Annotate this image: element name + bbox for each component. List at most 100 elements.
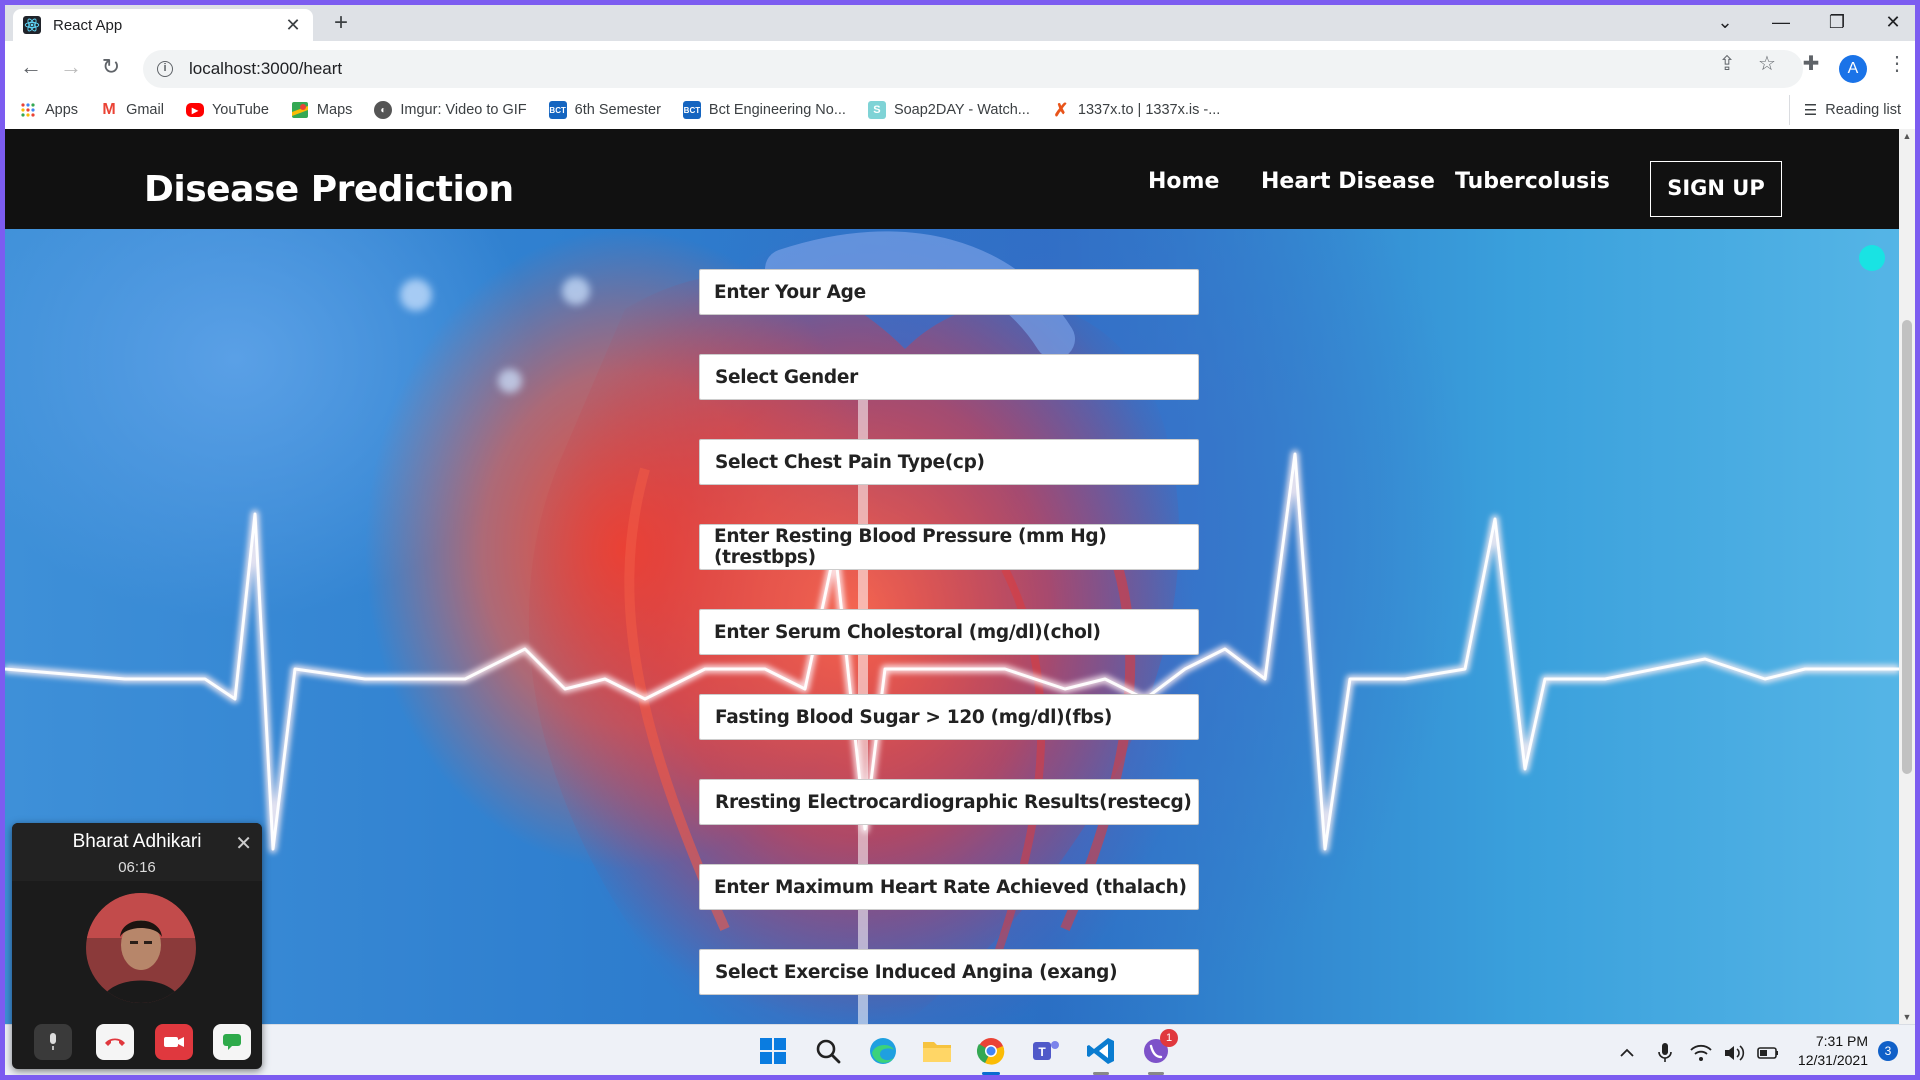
minimize-button[interactable]: — — [1753, 5, 1809, 41]
clock-date: 12/31/2021 — [1797, 1052, 1868, 1068]
teams-icon[interactable]: T — [1028, 1033, 1064, 1069]
bookmarks-bar: Apps M Gmail ▶ YouTube Maps ◐ Imgur: Vid… — [5, 95, 1915, 125]
chest-pain-type-select[interactable]: Select Chest Pain Type(cp) — [699, 439, 1199, 485]
video-call-widget[interactable]: Bharat Adhikari 06:16 ✕ — [12, 823, 262, 1069]
scroll-down-icon[interactable]: ▼ — [1899, 1012, 1915, 1022]
bookmark-gmail[interactable]: M Gmail — [100, 101, 164, 119]
active-app-indicator — [982, 1072, 1000, 1075]
gender-select[interactable]: Select Gender — [699, 354, 1199, 400]
chrome-icon[interactable] — [973, 1033, 1009, 1075]
bookmark-apps[interactable]: Apps — [19, 101, 78, 119]
vscode-icon[interactable] — [1083, 1033, 1119, 1075]
volume-icon[interactable] — [1717, 1035, 1753, 1071]
nav-tubercolusis[interactable]: Tubercolusis — [1455, 169, 1610, 194]
new-tab-button[interactable]: + — [325, 9, 357, 39]
bookmark-6th-semester[interactable]: BCT 6th Semester — [548, 101, 661, 119]
bookmark-bct-engineering[interactable]: BCT Bct Engineering No... — [682, 101, 846, 119]
imgur-icon: ◐ — [374, 101, 393, 119]
close-tab-icon[interactable]: ✕ — [283, 15, 303, 36]
windows-start-icon[interactable] — [755, 1033, 791, 1069]
reading-list-button[interactable]: ☰ Reading list — [1788, 95, 1901, 125]
call-header: Bharat Adhikari 06:16 — [12, 823, 262, 881]
viber-badge: 1 — [1160, 1029, 1178, 1047]
restore-button[interactable]: ❐ — [1809, 5, 1865, 41]
bookmark-label: Apps — [45, 102, 79, 118]
microphone-icon[interactable] — [1647, 1035, 1683, 1071]
bookmark-1337x[interactable]: ✗ 1337x.to | 1337x.is -... — [1052, 99, 1220, 120]
bokeh-light — [562, 277, 590, 305]
chat-button[interactable] — [213, 1024, 251, 1060]
bookmark-label: Maps — [316, 102, 353, 118]
extensions-icon[interactable]: ✚ — [1797, 51, 1825, 79]
heart-disease-form: Enter Your Age Select Gender Select Ches… — [699, 269, 1199, 1024]
running-app-indicator — [1148, 1072, 1164, 1075]
bookmark-soap2day[interactable]: S Soap2DAY - Watch... — [867, 101, 1030, 119]
serum-cholestoral-input[interactable]: Enter Serum Cholestoral (mg/dl)(chol) — [699, 609, 1199, 655]
tray-chevron-icon[interactable] — [1609, 1035, 1645, 1071]
reload-icon[interactable]: ↻ — [95, 52, 127, 84]
age-input[interactable]: Enter Your Age — [699, 269, 1199, 315]
close-call-icon[interactable]: ✕ — [235, 831, 252, 856]
reading-list-icon: ☰ — [1803, 102, 1818, 119]
video-toggle-button[interactable] — [155, 1024, 193, 1060]
profile-avatar[interactable]: A — [1839, 55, 1867, 83]
battery-icon[interactable] — [1750, 1035, 1786, 1071]
nav-home[interactable]: Home — [1148, 169, 1219, 194]
bookmark-youtube[interactable]: ▶ YouTube — [185, 102, 269, 118]
max-heart-rate-input[interactable]: Enter Maximum Heart Rate Achieved (thala… — [699, 864, 1199, 910]
bokeh-light — [400, 279, 432, 311]
hero-background: Enter Your Age Select Gender Select Ches… — [5, 229, 1899, 1024]
menu-icon[interactable]: ⋮ — [1883, 51, 1911, 79]
forward-icon[interactable]: → — [55, 52, 87, 84]
running-app-indicator — [1093, 1072, 1109, 1075]
resting-blood-pressure-input[interactable]: Enter Resting Blood Pressure (mm Hg)(tre… — [699, 524, 1199, 570]
scrollbar-thumb[interactable] — [1902, 320, 1912, 774]
bokeh-light — [498, 369, 522, 393]
bookmark-label: Soap2DAY - Watch... — [893, 102, 1030, 118]
fasting-blood-sugar-select[interactable]: Fasting Blood Sugar > 120 (mg/dl)(fbs) — [699, 694, 1199, 740]
caller-avatar — [86, 893, 196, 1003]
close-window-button[interactable]: ✕ — [1865, 5, 1915, 41]
page-scrollbar[interactable]: ▲ ▼ — [1899, 129, 1915, 1024]
nav-heart-disease[interactable]: Heart Disease — [1261, 169, 1435, 194]
share-icon[interactable]: ⇪ — [1713, 51, 1741, 79]
react-logo-icon — [23, 16, 41, 34]
bct-icon: BCT — [682, 101, 701, 119]
mute-microphone-button[interactable] — [34, 1024, 72, 1060]
bookmark-star-icon[interactable]: ☆ — [1753, 51, 1781, 79]
url-text: localhost:3000/heart — [189, 59, 343, 78]
tab-strip: React App ✕ + ⌄ — ❐ ✕ — [5, 5, 1915, 41]
file-explorer-icon[interactable] — [919, 1033, 955, 1069]
caller-name: Bharat Adhikari — [72, 831, 202, 852]
clock-time: 7:31 PM — [1815, 1033, 1868, 1049]
back-icon[interactable]: ← — [15, 52, 47, 84]
bookmark-imgur[interactable]: ◐ Imgur: Video to GIF — [374, 101, 527, 119]
exercise-angina-select[interactable]: Select Exercise Induced Angina (exang) — [699, 949, 1199, 995]
bookmark-maps[interactable]: Maps — [291, 101, 352, 119]
windows-taskbar: T 1 7:31 PM 12/31/2021 3 — [5, 1024, 1915, 1075]
bookmark-label: Imgur: Video to GIF — [400, 102, 527, 118]
svg-text:T: T — [1038, 1045, 1046, 1059]
youtube-icon: ▶ — [185, 103, 204, 117]
sign-up-button[interactable]: SIGN UP — [1650, 161, 1782, 217]
browser-window: React App ✕ + ⌄ — ❐ ✕ ← → ↻ i localhost:… — [5, 5, 1915, 1075]
tab-search-icon[interactable]: ⌄ — [1697, 5, 1753, 41]
browser-tab[interactable]: React App ✕ — [13, 9, 313, 41]
viber-icon[interactable]: 1 — [1138, 1029, 1178, 1075]
notification-badge[interactable]: 3 — [1878, 1041, 1898, 1061]
gmail-icon: M — [102, 101, 116, 118]
resting-ecg-select[interactable]: Rresting Electrocardiographic Results(re… — [699, 779, 1199, 825]
end-call-button[interactable] — [96, 1024, 134, 1060]
site-info-icon[interactable]: i — [157, 61, 173, 77]
scroll-up-icon[interactable]: ▲ — [1899, 131, 1915, 141]
search-icon[interactable] — [810, 1033, 846, 1069]
bookmark-label: Gmail — [126, 102, 164, 118]
bct-icon: BCT — [548, 101, 567, 119]
tab-title: React App — [53, 16, 123, 34]
system-clock[interactable]: 7:31 PM 12/31/2021 — [1788, 1032, 1868, 1070]
site-brand[interactable]: Disease Prediction — [144, 169, 514, 210]
address-bar[interactable]: i localhost:3000/heart — [143, 50, 1803, 88]
1337x-icon: ✗ — [1053, 99, 1069, 120]
wifi-icon[interactable] — [1683, 1035, 1719, 1071]
edge-browser-icon[interactable] — [865, 1033, 901, 1069]
